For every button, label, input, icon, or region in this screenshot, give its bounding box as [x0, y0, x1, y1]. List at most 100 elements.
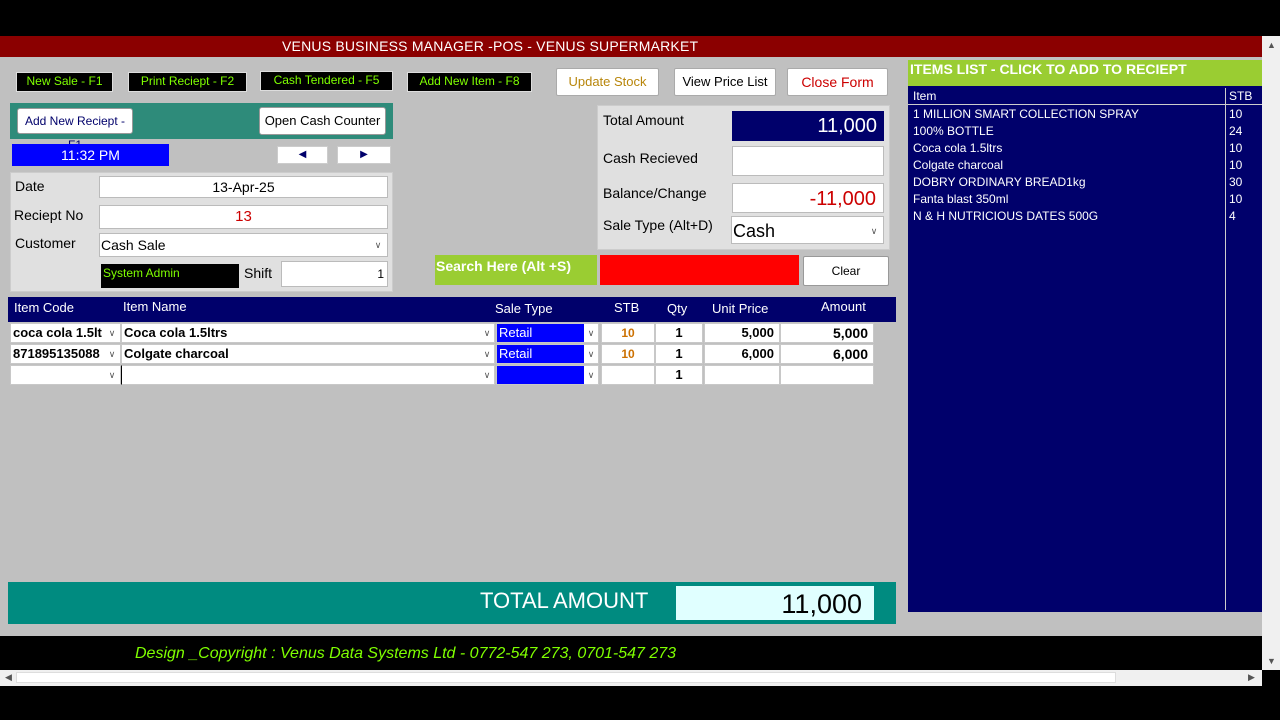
- unit-price-cell[interactable]: 5,000: [704, 323, 780, 343]
- list-item-name[interactable]: Coca cola 1.5ltrs: [913, 141, 1002, 155]
- sale-type-label: Sale Type (Alt+D): [603, 217, 713, 233]
- clock-display: 11:32 PM: [12, 144, 169, 166]
- list-item-name[interactable]: Colgate charcoal: [913, 158, 1003, 172]
- arrow-left-icon: ◀: [298, 149, 307, 160]
- close-form-button[interactable]: Close Form: [787, 68, 888, 96]
- list-item-stb: 30: [1229, 175, 1243, 189]
- sale-type-value: Cash: [733, 221, 776, 241]
- search-input[interactable]: [600, 255, 799, 285]
- chevron-down-icon[interactable]: ∨: [480, 324, 494, 342]
- items-list-divider: [1225, 88, 1226, 610]
- customer-label: Customer: [15, 235, 76, 251]
- item-name-cell[interactable]: [121, 365, 495, 385]
- grid-header-underline: [8, 317, 896, 322]
- col-amount: Amount: [821, 299, 866, 314]
- balance-display: -11,000: [732, 183, 884, 213]
- items-list-header: ITEMS LIST - CLICK TO ADD TO RECIEPT: [908, 60, 1262, 86]
- col-unit-price: Unit Price: [712, 301, 769, 316]
- items-list-title: ITEMS LIST - CLICK TO ADD TO RECIEPT: [910, 61, 1187, 77]
- item-name-cell[interactable]: Colgate charcoal: [121, 344, 495, 364]
- copyright-text: Design _Copyright : Venus Data Systems L…: [135, 645, 677, 662]
- window-title: VENUS BUSINESS MANAGER -POS - VENUS SUPE…: [282, 38, 699, 54]
- items-col-stb: STB: [1229, 89, 1253, 103]
- prev-record-button[interactable]: ◀: [277, 146, 328, 164]
- list-item-name[interactable]: DOBRY ORDINARY BREAD1kg: [913, 175, 1086, 189]
- list-item-stb: 10: [1229, 192, 1243, 206]
- unit-price-cell[interactable]: 6,000: [704, 344, 780, 364]
- chevron-right-icon[interactable]: ▶: [1248, 672, 1255, 683]
- items-list-header-divider: [908, 104, 1262, 105]
- cash-received-label: Cash Recieved: [603, 150, 698, 166]
- list-item-stb: 24: [1229, 124, 1243, 138]
- shift-label: Shift: [244, 265, 273, 281]
- unit-price-cell[interactable]: [704, 365, 780, 385]
- stb-cell: 10: [601, 344, 655, 364]
- item-name-cell[interactable]: Coca cola 1.5ltrs: [121, 323, 495, 343]
- receipt-no-label: Reciept No: [14, 207, 84, 223]
- total-amount-label: Total Amount: [603, 112, 684, 128]
- add-new-receipt-button[interactable]: Add New Reciept - F1: [17, 108, 133, 152]
- col-item-name: Item Name: [123, 299, 187, 314]
- qty-cell[interactable]: 1: [655, 323, 703, 343]
- add-new-item-button[interactable]: Add New Item - F8: [407, 72, 532, 92]
- chevron-down-icon[interactable]: ∨: [584, 345, 598, 363]
- clear-button[interactable]: Clear: [803, 256, 889, 286]
- list-item-stb: 10: [1229, 141, 1243, 155]
- footer-bar: Design _Copyright : Venus Data Systems L…: [0, 640, 1262, 670]
- sale-type-select[interactable]: Cash ∨: [731, 216, 884, 244]
- chevron-down-icon[interactable]: ∨: [480, 366, 494, 384]
- list-item-stb: 4: [1229, 209, 1236, 223]
- user-badge: System Admin: [101, 264, 239, 288]
- scrollbar-thumb[interactable]: [16, 672, 1116, 683]
- chevron-down-icon[interactable]: ∨: [867, 222, 881, 240]
- customer-value: Cash Sale: [101, 237, 166, 253]
- list-item-name[interactable]: 100% BOTTLE: [913, 124, 994, 138]
- customer-select[interactable]: Cash Sale ∨: [99, 233, 388, 257]
- horizontal-scrollbar[interactable]: ◀ ▶: [0, 670, 1262, 686]
- open-cash-counter-button[interactable]: Open Cash Counter: [259, 107, 386, 135]
- vertical-scrollbar[interactable]: ▲ ▼: [1262, 36, 1280, 670]
- chevron-down-icon[interactable]: ∨: [584, 366, 598, 384]
- stb-cell: [601, 365, 655, 385]
- list-item-name[interactable]: 1 MILLION SMART COLLECTION SPRAY: [913, 107, 1139, 121]
- cash-tendered-button[interactable]: Cash Tendered - F5: [260, 71, 393, 91]
- stb-cell: 10: [601, 323, 655, 343]
- print-receipt-button[interactable]: Print Reciept - F2: [128, 72, 247, 92]
- list-item-stb: 10: [1229, 158, 1243, 172]
- balance-label: Balance/Change: [603, 185, 707, 201]
- col-stb: STB: [614, 300, 640, 315]
- search-label: Search Here (Alt +S): [435, 255, 597, 285]
- items-col-item: Item: [913, 89, 937, 103]
- update-stock-button[interactable]: Update Stock: [556, 68, 659, 96]
- total-amount-footer-value: 11,000: [676, 586, 874, 620]
- qty-cell[interactable]: 1: [655, 365, 703, 385]
- amount-cell: [780, 365, 874, 385]
- col-qty: Qty: [667, 301, 688, 316]
- list-item-name[interactable]: Fanta blast 350ml: [913, 192, 1008, 206]
- total-amount-footer-label: TOTAL AMOUNT: [480, 588, 649, 613]
- receipt-no-field[interactable]: 13: [99, 205, 388, 229]
- qty-cell[interactable]: 1: [655, 344, 703, 364]
- amount-cell: 5,000: [780, 323, 874, 343]
- date-field[interactable]: 13-Apr-25: [99, 176, 388, 198]
- app-window: VENUS BUSINESS MANAGER -POS - VENUS SUPE…: [0, 0, 1280, 720]
- view-price-list-button[interactable]: View Price List: [674, 68, 776, 96]
- total-amount-display: 11,000: [732, 111, 884, 141]
- list-item-name[interactable]: N & H NUTRICIOUS DATES 500G: [913, 209, 1098, 223]
- date-label: Date: [15, 178, 45, 194]
- chevron-down-icon[interactable]: ∨: [584, 324, 598, 342]
- cash-received-input[interactable]: [732, 146, 884, 176]
- chevron-down-icon[interactable]: ∨: [105, 324, 119, 342]
- arrow-right-icon: ▶: [360, 149, 368, 160]
- chevron-down-icon[interactable]: ∨: [105, 366, 119, 384]
- next-record-button[interactable]: ▶: [337, 146, 391, 164]
- new-sale-button[interactable]: New Sale - F1: [16, 72, 113, 92]
- chevron-left-icon[interactable]: ◀: [5, 672, 12, 683]
- col-item-code: Item Code: [14, 300, 74, 315]
- shift-field[interactable]: 1: [281, 261, 388, 287]
- chevron-down-icon[interactable]: ∨: [105, 345, 119, 363]
- chevron-down-icon[interactable]: ∨: [371, 236, 385, 254]
- chevron-down-icon[interactable]: ∨: [480, 345, 494, 363]
- chevron-up-icon[interactable]: ▲: [1267, 40, 1276, 50]
- chevron-down-icon[interactable]: ▼: [1267, 656, 1276, 666]
